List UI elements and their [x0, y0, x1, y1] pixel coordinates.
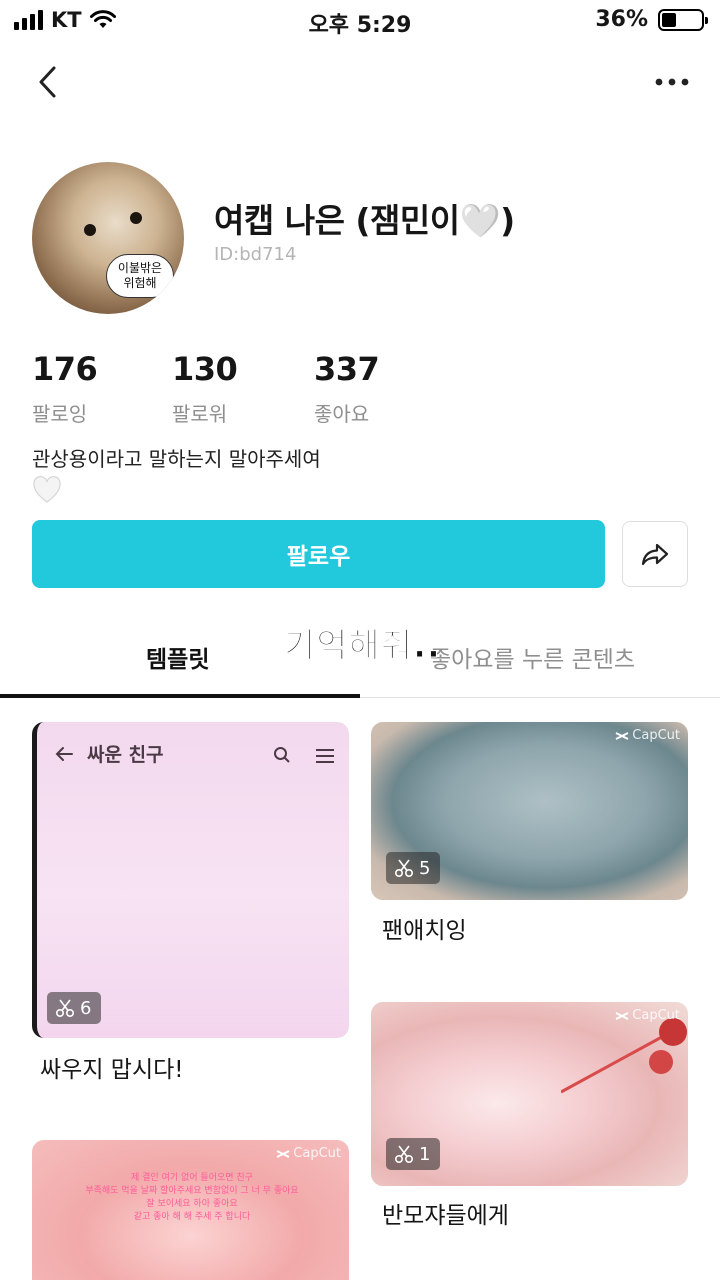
avatar[interactable]: 이불밖은 위험해: [32, 162, 184, 314]
stat-likes-value: 337: [314, 350, 380, 388]
clip-count-badge: 5: [386, 852, 440, 884]
capcut-watermark: CapCut: [615, 1008, 680, 1023]
top-nav: [0, 50, 720, 114]
tab-active-indicator: [0, 694, 360, 698]
overlay-caption: 기억해줘..: [284, 626, 441, 667]
clip-count-badge: 6: [47, 992, 101, 1024]
profile-name: 여캡 나은 (잼민이🤍): [214, 201, 515, 240]
clip-count: 1: [419, 1143, 431, 1165]
search-icon: [274, 747, 290, 763]
thumb-header-title: 싸운 친구: [87, 744, 164, 766]
battery-fill: [662, 12, 676, 27]
profile-bio: 관상용이라고 말하는지 말아주세여: [32, 447, 321, 471]
clip-count: 5: [419, 857, 431, 879]
arrow-left-icon: [55, 746, 73, 761]
cat-eye-left: [84, 224, 96, 236]
capcut-logo-icon: [615, 1011, 629, 1020]
capcut-watermark: CapCut: [615, 728, 680, 743]
stat-following-label: 팔로잉: [32, 402, 88, 426]
cat-eye-right: [130, 212, 142, 224]
stat-followers[interactable]: 130 팔로워: [172, 350, 238, 427]
capcut-watermark-text: CapCut: [632, 1008, 680, 1023]
menu-icon: [316, 749, 334, 763]
template-title[interactable]: 싸우지 맙시다!: [40, 1050, 184, 1084]
share-button[interactable]: [622, 521, 688, 587]
template-title[interactable]: 반모쟈들에게: [382, 1196, 509, 1230]
scissors-icon: [394, 859, 414, 878]
status-bar: KT 오후 5:29 36%: [0, 0, 720, 40]
template-thumbnail[interactable]: CapCut 5: [371, 722, 688, 900]
stat-likes[interactable]: 337 좋아요: [314, 350, 380, 427]
template-thumbnail[interactable]: CapCut 1: [371, 1002, 688, 1186]
tab-liked-content[interactable]: 좋아요를 누른 콘텐츠: [430, 640, 635, 674]
template-thumbnail[interactable]: CapCut 제 결인 여기 없어 들어오면 친구 부족해도 먹을 날짜 할아주…: [32, 1140, 349, 1280]
more-horizontal-icon: [655, 78, 689, 86]
capcut-watermark: CapCut: [276, 1146, 341, 1161]
tab-templates[interactable]: 템플릿: [146, 640, 209, 674]
avatar-caption-text: 이불밖은 위험해: [117, 261, 163, 290]
battery-icon: [658, 8, 708, 31]
capcut-watermark-text: CapCut: [293, 1146, 341, 1161]
template-title[interactable]: 팬애치잉: [382, 911, 467, 945]
avatar-caption: 이불밖은 위험해: [106, 254, 174, 298]
template-thumbnail[interactable]: 싸운 친구 6: [32, 722, 349, 1038]
clip-count: 6: [80, 997, 92, 1019]
chevron-left-icon: [39, 66, 56, 98]
thumb-header: 싸운 친구: [55, 740, 164, 767]
stat-following-value: 176: [32, 350, 98, 388]
capcut-logo-icon: [276, 1149, 290, 1158]
clip-count-badge: 1: [386, 1138, 440, 1170]
stat-followers-label: 팔로워: [172, 402, 228, 426]
scissors-icon: [394, 1145, 414, 1164]
status-right: 36%: [595, 7, 708, 32]
battery-percent: 36%: [595, 7, 648, 32]
stat-following[interactable]: 176 팔로잉: [32, 350, 98, 427]
follow-button[interactable]: 팔로우: [32, 520, 605, 588]
thumb-overlay-text: 제 결인 여기 없어 들어오면 친구 부족해도 먹을 날짜 할아주세요 변함없이…: [85, 1173, 299, 1222]
capcut-logo-icon: [615, 731, 629, 740]
capcut-watermark-text: CapCut: [632, 728, 680, 743]
straw-decoration: [561, 1018, 687, 1094]
share-arrow-icon: [641, 543, 669, 566]
stat-likes-label: 좋아요: [314, 402, 370, 426]
profile-id: ID:bd714: [214, 244, 297, 265]
stat-followers-value: 130: [172, 350, 238, 388]
scissors-icon: [55, 999, 75, 1018]
back-button[interactable]: [26, 60, 70, 104]
more-button[interactable]: [650, 60, 694, 104]
white-heart-icon: 🤍: [32, 476, 62, 508]
